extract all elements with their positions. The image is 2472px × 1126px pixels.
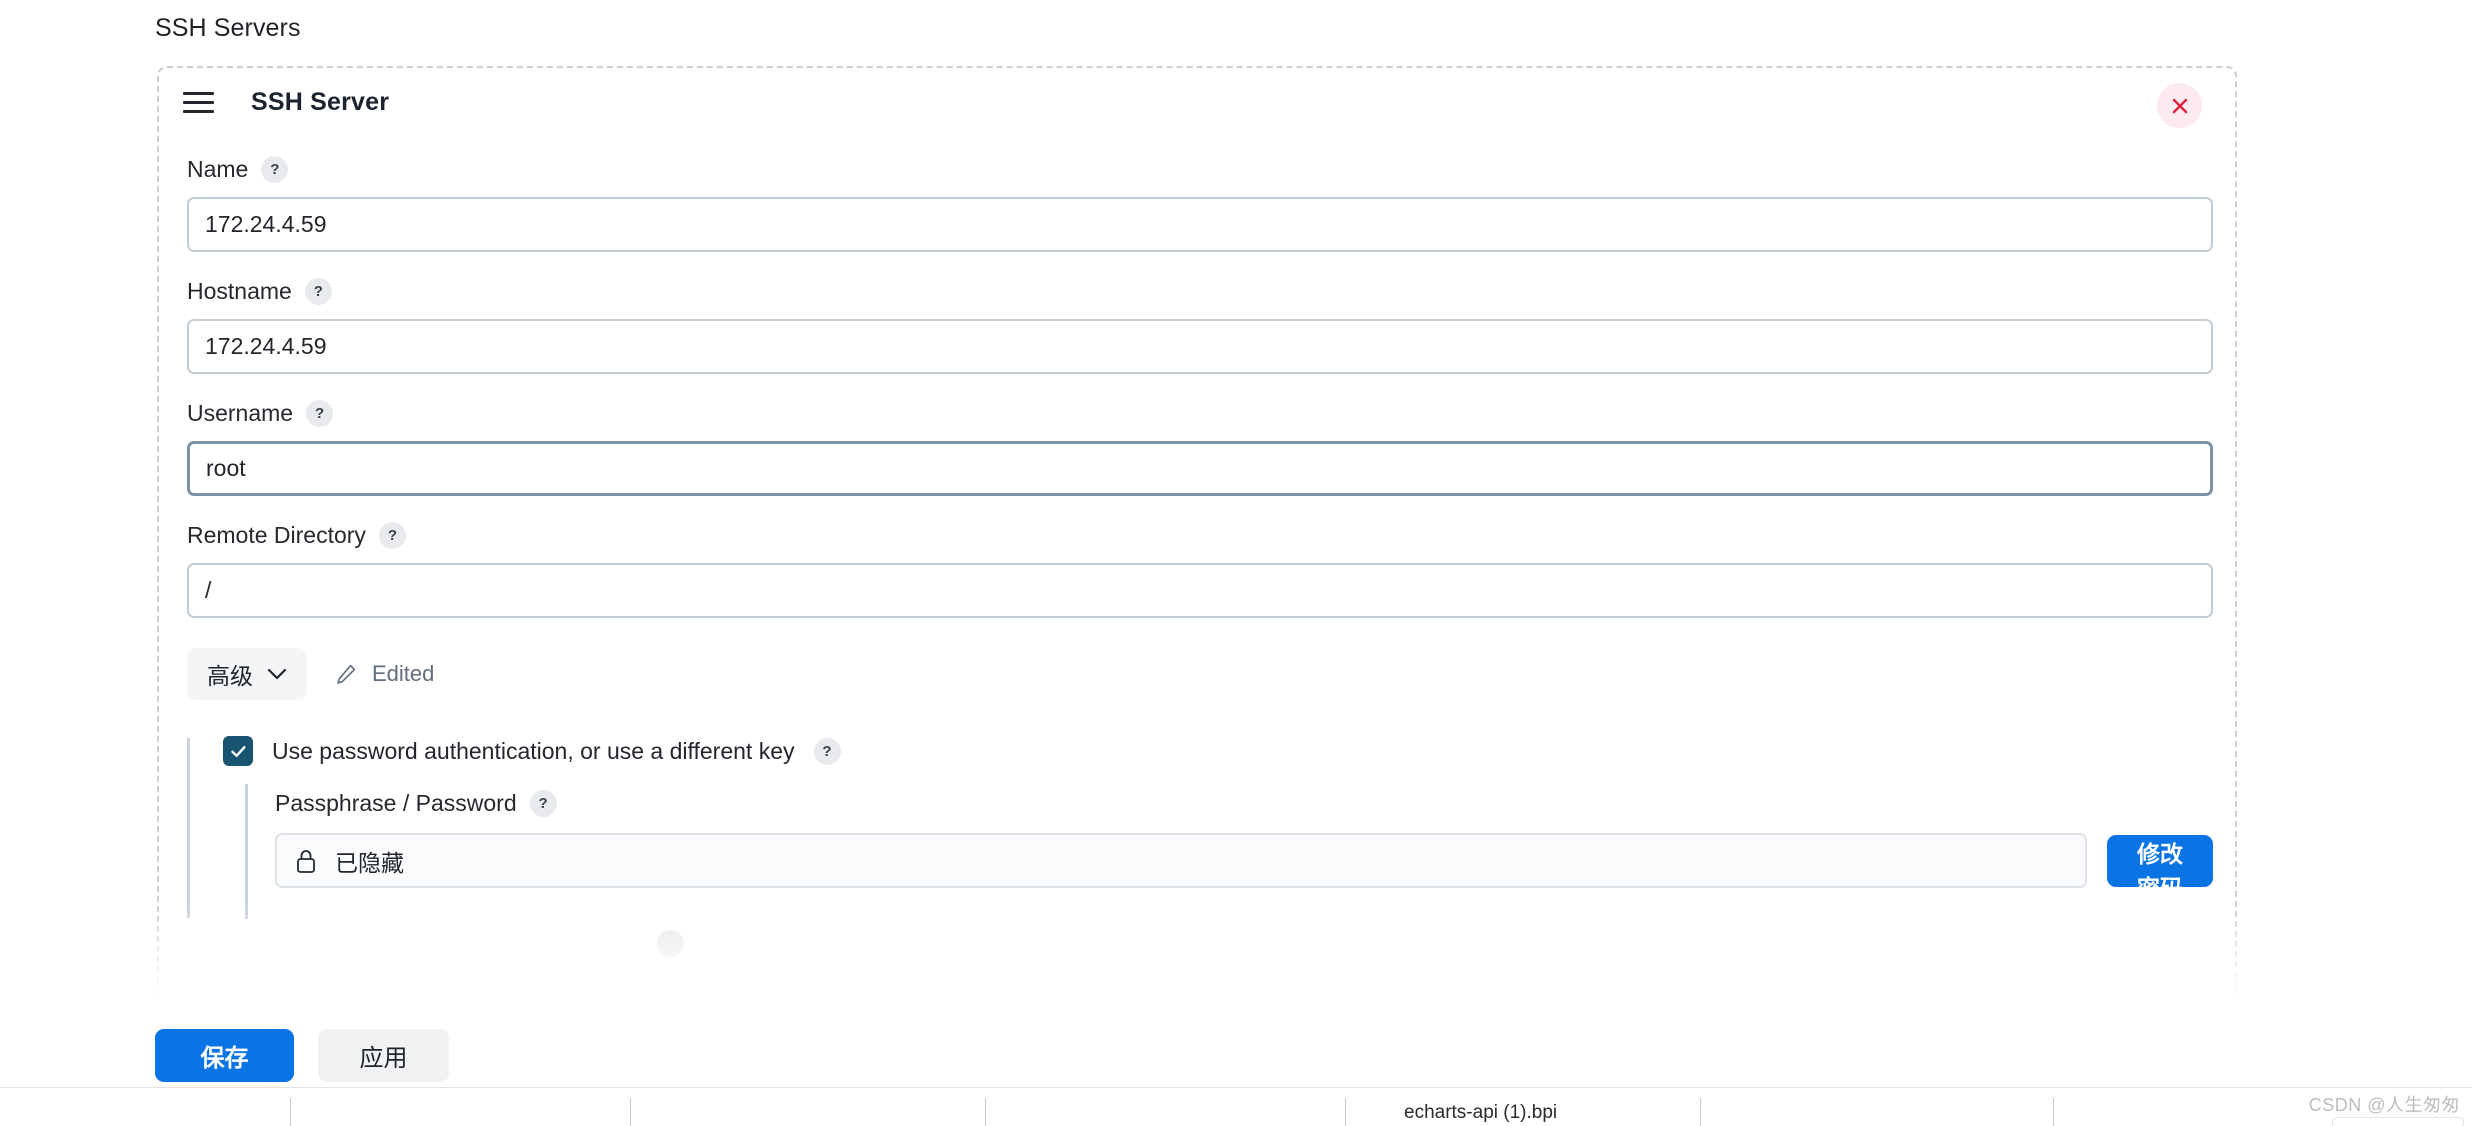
app-root: SSH Servers SSH Server Name ? 172.24.4.5… [0, 0, 2472, 1126]
help-icon[interactable] [657, 930, 684, 957]
advanced-row: 高级 Edited [187, 648, 2213, 700]
field-label: Hostname [187, 278, 292, 304]
page-title: SSH Servers [155, 14, 301, 42]
passphrase-row: 已隐藏 修改密码 [275, 833, 2213, 901]
taskbar-separator [1345, 1098, 1346, 1126]
use-password-auth-row[interactable]: Use password authentication, or use a di… [223, 736, 2213, 766]
field-name: Name ? 172.24.4.59 [187, 156, 2213, 252]
passphrase-label-row: Passphrase / Password ? [275, 790, 2213, 817]
ssh-form: Name ? 172.24.4.59 Hostname ? 172.24.4.5… [187, 156, 2213, 957]
close-icon [2172, 98, 2187, 113]
edited-status[interactable]: Edited [335, 661, 434, 687]
lock-icon [297, 849, 315, 873]
watermark: CSDN @人生匆匆 [2308, 1095, 2460, 1115]
save-button[interactable]: 保存 [155, 1029, 294, 1082]
card-title: SSH Server [251, 88, 390, 116]
help-icon[interactable]: ? [261, 156, 289, 183]
card-header: SSH Server [183, 88, 389, 117]
username-input[interactable]: root [187, 441, 2213, 496]
passphrase-input[interactable]: 已隐藏 [275, 833, 2087, 888]
remote-directory-input[interactable]: / [187, 563, 2213, 618]
hostname-input[interactable]: 172.24.4.59 [187, 319, 2213, 374]
help-icon[interactable]: ? [529, 790, 557, 817]
taskbar-separator [630, 1098, 631, 1126]
help-icon[interactable]: ? [306, 400, 334, 427]
field-hostname: Hostname ? 172.24.4.59 [187, 278, 2213, 374]
ssh-server-card: SSH Server Name ? 172.24.4.59 Hostname ? [157, 66, 2237, 1007]
label-row: Hostname ? [187, 278, 2213, 305]
field-username: Username ? root [187, 400, 2213, 496]
taskbar-separator [2053, 1098, 2054, 1126]
label-row: Remote Directory ? [187, 522, 2213, 549]
help-icon[interactable]: ? [378, 522, 406, 549]
watermark-box [2332, 1117, 2464, 1126]
apply-button[interactable]: 应用 [318, 1029, 449, 1082]
taskbar-separator [985, 1098, 986, 1126]
name-input[interactable]: 172.24.4.59 [187, 197, 2213, 252]
label-row: Username ? [187, 400, 2213, 427]
use-password-auth-label: Use password authentication, or use a di… [272, 737, 795, 764]
passphrase-value: 已隐藏 [335, 849, 404, 876]
footer-bar: 保存 应用 [0, 1009, 2472, 1087]
chevron-down-icon [267, 668, 287, 679]
auth-block: Use password authentication, or use a di… [187, 736, 2213, 957]
pencil-icon [337, 664, 356, 684]
label-row: Name ? [187, 156, 2213, 183]
use-password-auth-checkbox[interactable] [223, 736, 253, 766]
edited-label: Edited [372, 661, 435, 686]
taskbar: echarts-api (1).bpi [0, 1087, 2472, 1126]
passphrase-label: Passphrase / Password [275, 790, 517, 816]
close-button[interactable] [2157, 83, 2202, 128]
field-label: Username [187, 400, 294, 426]
help-icon[interactable]: ? [813, 737, 841, 765]
field-label: Remote Directory [187, 522, 366, 548]
taskbar-separator [290, 1098, 291, 1126]
help-icon[interactable]: ? [304, 278, 332, 305]
passphrase-block: Passphrase / Password ? 已隐藏 修改密码 [245, 784, 2213, 957]
field-label: Name [187, 156, 249, 182]
taskbar-separator [1700, 1098, 1701, 1126]
check-icon [230, 745, 246, 757]
field-remote-directory: Remote Directory ? / [187, 522, 2213, 618]
hamburger-icon[interactable] [183, 92, 214, 113]
taskbar-item[interactable]: echarts-api (1).bpi [1404, 1102, 1557, 1124]
advanced-select[interactable]: 高级 [187, 648, 307, 700]
change-password-button[interactable]: 修改密码 [2107, 834, 2213, 901]
advanced-select-label: 高级 [207, 663, 253, 689]
